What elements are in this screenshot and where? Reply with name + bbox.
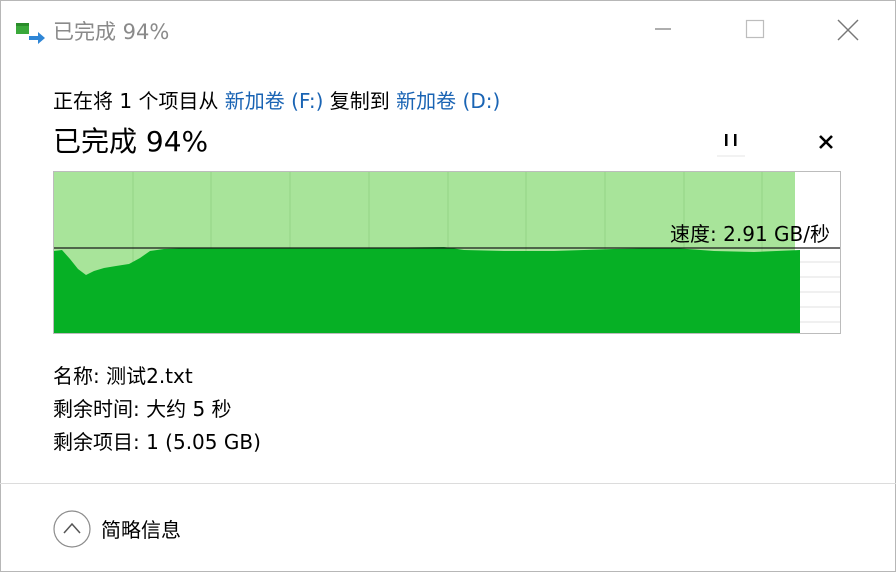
maximize-icon xyxy=(745,19,765,39)
maximize-button[interactable] xyxy=(732,0,778,60)
fewer-details-button[interactable] xyxy=(53,510,91,548)
chevron-up-icon xyxy=(53,510,91,548)
minimize-button[interactable] xyxy=(640,0,686,60)
copy-app-icon xyxy=(16,22,46,44)
transfer-speed-graph: 速度: 2.91 GB/秒 xyxy=(53,171,841,334)
minimize-icon xyxy=(655,28,671,30)
destination-link[interactable]: 新加卷 (D:) xyxy=(396,89,500,113)
close-icon xyxy=(819,135,833,149)
speed-graph-canvas xyxy=(54,172,840,333)
speed-history-area xyxy=(54,247,800,333)
items-remaining: 剩余项目: 1 (5.05 GB) xyxy=(53,430,261,454)
window-title: 已完成 94% xyxy=(53,20,170,44)
pause-icon xyxy=(717,134,745,157)
pause-button[interactable] xyxy=(713,123,749,159)
progress-percent-label: 已完成 94% xyxy=(53,125,209,158)
copy-description: 正在将 1 个项目从 新加卷 (F:) 复制到 新加卷 (D:) xyxy=(53,85,500,114)
title-bar[interactable]: 已完成 94% xyxy=(0,0,896,60)
speed-label: 速度: 2.91 GB/秒 xyxy=(670,222,830,246)
remaining-gridlines xyxy=(800,261,840,323)
description-prefix: 正在将 1 个项目从 xyxy=(53,89,225,113)
description-middle: 复制到 xyxy=(323,89,397,113)
close-icon xyxy=(837,19,859,41)
fewer-details-label[interactable]: 简略信息 xyxy=(101,514,181,543)
time-remaining: 剩余时间: 大约 5 秒 xyxy=(53,397,232,421)
footer-divider xyxy=(0,483,896,484)
source-link[interactable]: 新加卷 (F:) xyxy=(225,89,324,113)
cancel-copy-button[interactable] xyxy=(807,123,843,159)
file-name: 名称: 测试2.txt xyxy=(53,364,193,388)
close-window-button[interactable] xyxy=(824,0,870,60)
